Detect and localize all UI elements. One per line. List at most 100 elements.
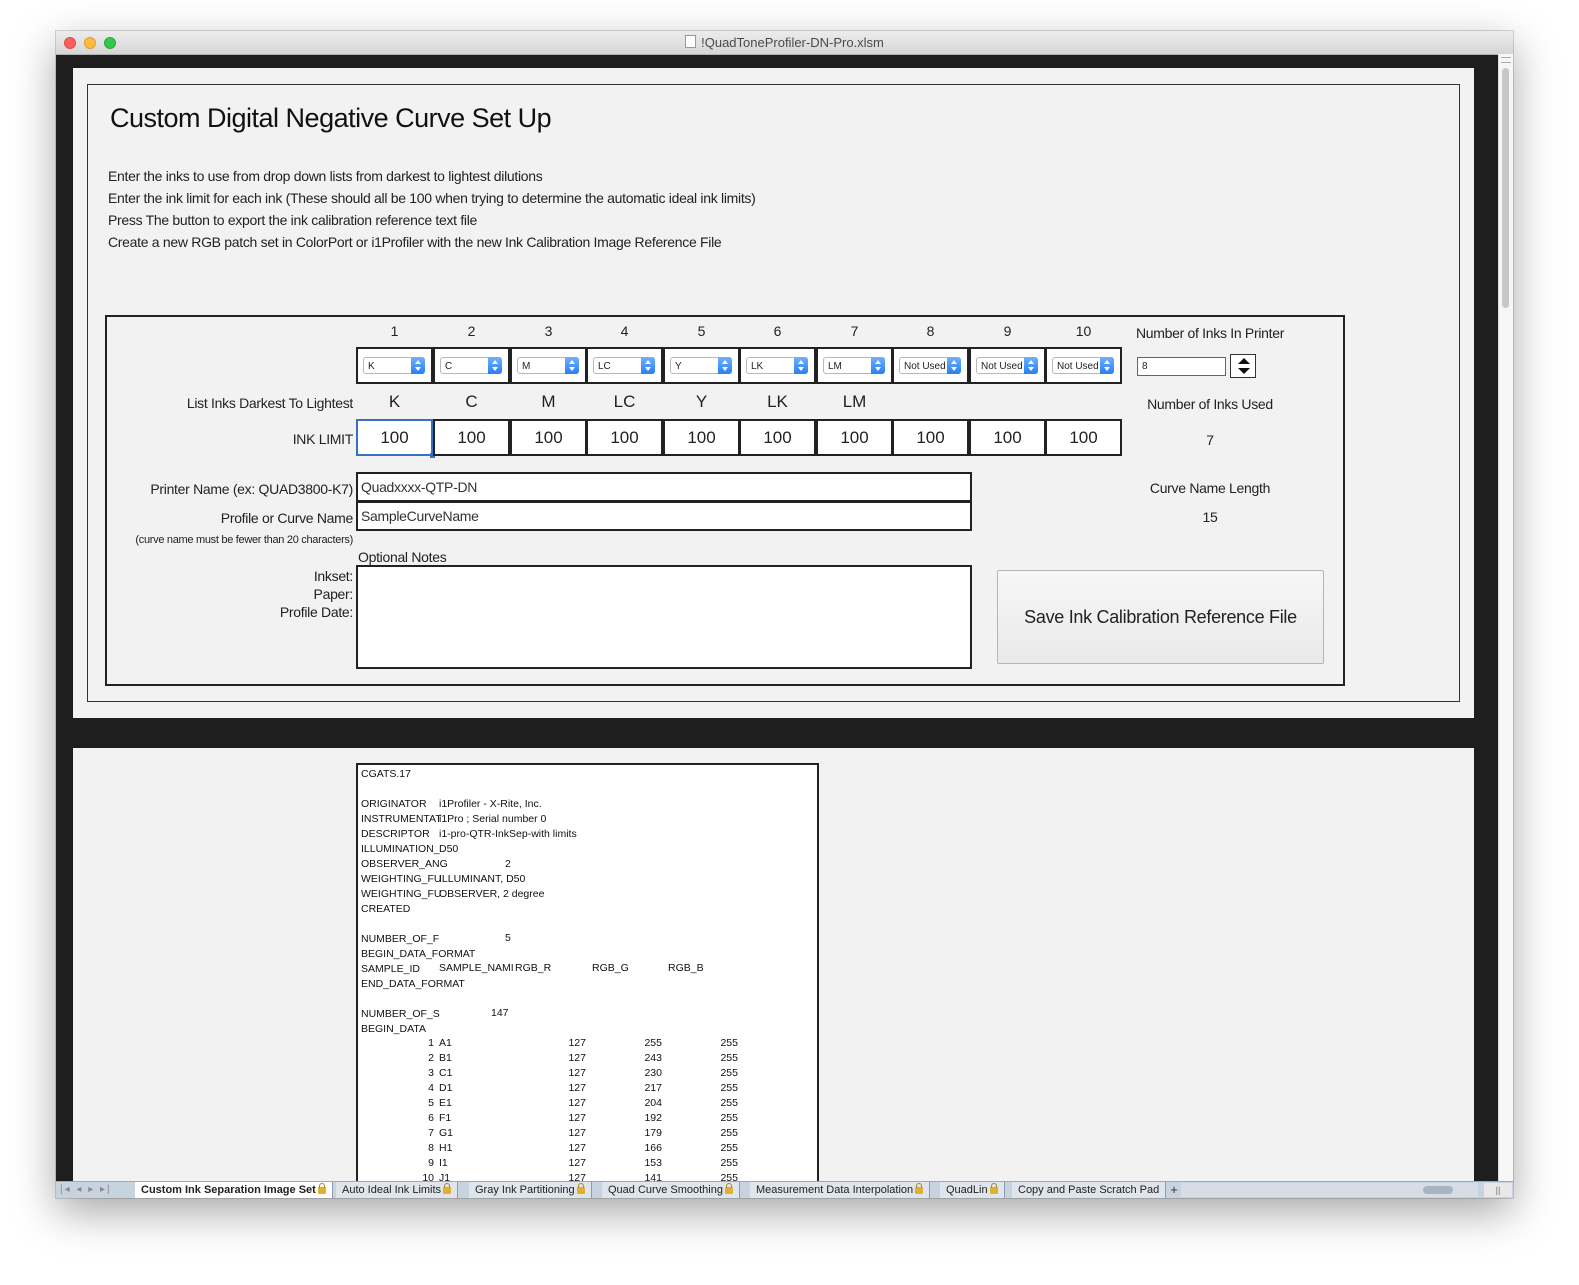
sheet-tab-2[interactable]: Auto Ideal Ink Limits <box>336 1182 459 1198</box>
select-arrows-icon[interactable] <box>718 357 732 374</box>
save-calibration-button[interactable]: Save Ink Calibration Reference File <box>997 570 1324 664</box>
cgats-text-block: CGATS.17 ORIGINATOR INSTRUMENTAT DESCRIPTOR… <box>356 763 819 1188</box>
num-inks-stepper[interactable] <box>1230 354 1256 378</box>
ink-select-value: Y <box>675 361 682 372</box>
ink-select-1[interactable]: K <box>363 357 425 374</box>
cgats-sample-name: I1 <box>439 1157 448 1169</box>
cgats-rgb-b: 255 <box>720 1097 738 1109</box>
ink-limit-cell-8[interactable]: 100 <box>892 419 969 456</box>
cgats-rgb-r: 127 <box>568 1082 586 1094</box>
select-arrows-icon[interactable] <box>411 357 425 374</box>
cgats-originator: i1Profiler - X-Rite, Inc. <box>439 798 542 810</box>
window-title: !QuadToneProfiler-DN-Pro.xlsm <box>56 35 1513 50</box>
ink-select-9[interactable]: Not Used <box>976 357 1038 374</box>
cgats-header-line: BEGIN_DATA <box>361 1023 426 1035</box>
stepper-down-icon[interactable] <box>1238 368 1250 374</box>
cgats-rgb-b: 255 <box>720 1067 738 1079</box>
cgats-sample-id: 7 <box>428 1127 434 1139</box>
ink-limit-cell-1[interactable]: 100 <box>356 419 435 458</box>
curve-name-label: Profile or Curve Name <box>220 510 354 526</box>
optional-notes-field[interactable] <box>356 565 972 669</box>
ink-select-value: M <box>522 361 531 372</box>
lock-icon <box>576 1183 585 1194</box>
ink-limit-cell-4[interactable]: 100 <box>586 419 663 456</box>
ink-limit-label: INK LIMIT <box>292 431 354 447</box>
setup-sheet: Custom Digital Negative Curve Set Up Ent… <box>73 68 1474 718</box>
sheet-tab-4[interactable]: Quad Curve Smoothing <box>602 1182 740 1198</box>
select-arrows-icon[interactable] <box>1024 357 1038 374</box>
ink-limit-cell-10[interactable]: 100 <box>1045 419 1122 456</box>
vertical-scrollbar[interactable] <box>1498 54 1513 1182</box>
cgats-sample-name: E1 <box>439 1097 452 1109</box>
horizontal-scroll-thumb[interactable] <box>1423 1186 1453 1194</box>
cgats-rgb-b: 255 <box>720 1142 738 1154</box>
cgats-sheet: CGATS.17 ORIGINATOR INSTRUMENTAT DESCRIPTOR… <box>73 748 1474 1188</box>
tab-navigation-arrows[interactable]: |◂ ◂ ▸ ▸| <box>60 1184 112 1195</box>
stepper-up-icon[interactable] <box>1238 358 1250 364</box>
ink-limit-cell-5[interactable]: 100 <box>663 419 740 456</box>
lock-icon <box>317 1183 326 1194</box>
ink-limit-cell-7[interactable]: 100 <box>816 419 893 456</box>
ink-select-4[interactable]: LC <box>593 357 655 374</box>
lock-icon <box>443 1183 452 1194</box>
cgats-rgb-r: 127 <box>568 1052 586 1064</box>
cgats-sample-name: B1 <box>439 1052 452 1064</box>
vertical-scroll-thumb[interactable] <box>1502 68 1509 308</box>
ink-name-4: LC <box>613 392 636 411</box>
select-arrows-icon[interactable] <box>871 357 885 374</box>
sheet-tab-3[interactable]: Gray Ink Partitioning <box>469 1182 592 1198</box>
cgats-number-of-sets: 147 <box>491 1007 509 1019</box>
ink-name-3: M <box>541 392 556 411</box>
split-view-buttons[interactable]: || <box>1484 1183 1512 1197</box>
column-number-6: 6 <box>773 323 782 339</box>
select-arrows-icon[interactable] <box>947 357 961 374</box>
cgats-rgb-g: 243 <box>644 1052 662 1064</box>
cgats-rgb-r: 127 <box>568 1127 586 1139</box>
ink-select-6[interactable]: LK <box>746 357 808 374</box>
sheet-tab-5[interactable]: Measurement Data Interpolation <box>750 1182 931 1198</box>
ink-select-3[interactable]: M <box>517 357 579 374</box>
ink-dropdown-cell-6: LK <box>739 347 816 384</box>
ink-select-2[interactable]: C <box>440 357 502 374</box>
ink-dropdown-cell-1: K <box>356 347 433 384</box>
ink-dropdown-cell-9: Not Used <box>969 347 1046 384</box>
split-grip[interactable] <box>1501 57 1511 63</box>
ink-limit-cell-6[interactable]: 100 <box>739 419 816 456</box>
num-inks-printer-input[interactable]: 8 <box>1137 357 1226 376</box>
sheet-tab-label: QuadLin <box>946 1184 988 1196</box>
cgats-observer-angle: 2 <box>505 858 511 870</box>
ink-select-7[interactable]: LM <box>823 357 885 374</box>
cgats-header-line: NUMBER_OF_S <box>361 1008 440 1020</box>
ink-limit-cell-2[interactable]: 100 <box>433 419 510 456</box>
ink-name-7: LM <box>842 392 867 411</box>
column-number-7: 7 <box>850 323 859 339</box>
sheet-tab-6[interactable]: QuadLin <box>940 1182 1005 1198</box>
select-arrows-icon[interactable] <box>1100 357 1114 374</box>
select-arrows-icon[interactable] <box>794 357 808 374</box>
ink-select-10[interactable]: Not Used <box>1052 357 1114 374</box>
column-number-3: 3 <box>544 323 553 339</box>
ink-name-5: Y <box>695 392 708 411</box>
select-arrows-icon[interactable] <box>488 357 502 374</box>
select-arrows-icon[interactable] <box>565 357 579 374</box>
sheet-tab-7[interactable]: Copy and Paste Scratch Pad <box>1012 1182 1167 1198</box>
cgats-header-line: CGATS.17 <box>361 768 411 780</box>
curve-name-field[interactable]: SampleCurveName <box>356 501 972 531</box>
select-arrows-icon[interactable] <box>641 357 655 374</box>
ink-limit-cell-9[interactable]: 100 <box>969 419 1046 456</box>
add-sheet-button[interactable]: + <box>1167 1182 1181 1198</box>
ink-select-value: Not Used <box>1057 361 1099 372</box>
ink-select-5[interactable]: Y <box>670 357 732 374</box>
sheet-tab-label: Quad Curve Smoothing <box>608 1184 723 1196</box>
cgats-sample-name: A1 <box>439 1037 452 1049</box>
lock-icon <box>989 1183 998 1194</box>
ink-limit-cell-3[interactable]: 100 <box>510 419 587 456</box>
ink-select-8[interactable]: Not Used <box>899 357 961 374</box>
cgats-header-line: WEIGHTING_FU <box>361 888 442 900</box>
cgats-weighting-2: OBSERVER, 2 degree <box>439 888 545 900</box>
curve-name-note: (curve name must be fewer than 20 charac… <box>135 534 353 546</box>
cgats-sample-name: H1 <box>439 1142 453 1154</box>
printer-name-field[interactable]: Quadxxxx-QTP-DN <box>356 472 972 502</box>
cgats-sample-id: 5 <box>428 1097 434 1109</box>
sheet-tab-1[interactable]: Custom Ink Separation Image Set <box>135 1182 333 1198</box>
